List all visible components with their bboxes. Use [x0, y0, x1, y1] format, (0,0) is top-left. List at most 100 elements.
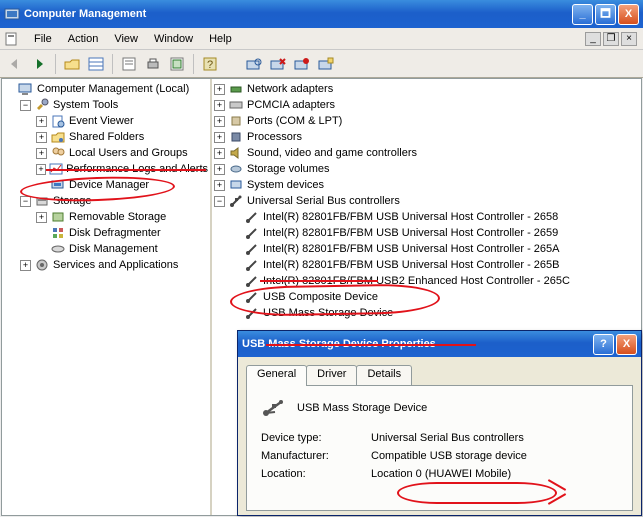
dev-pcmcia[interactable]: +PCMCIA adapters: [214, 97, 639, 113]
usb-device-icon: [261, 398, 289, 418]
dev-storage-volumes[interactable]: +Storage volumes: [214, 161, 639, 177]
device-name: USB Mass Storage Device: [297, 402, 427, 414]
refresh-button[interactable]: [166, 53, 188, 75]
menu-view[interactable]: View: [106, 29, 146, 49]
system-dev-icon: [228, 177, 244, 193]
expand-icon[interactable]: +: [36, 164, 46, 175]
expand-icon[interactable]: +: [214, 132, 225, 143]
usb-icon: [244, 241, 260, 257]
removable-storage-icon: [50, 209, 66, 225]
menu-help[interactable]: Help: [201, 29, 240, 49]
dialog-close-button[interactable]: X: [616, 334, 637, 355]
close-button[interactable]: X: [618, 4, 639, 25]
tab-driver[interactable]: Driver: [306, 365, 357, 385]
maximize-button[interactable]: 🗖: [595, 4, 616, 25]
tree-device-manager[interactable]: Device Manager: [36, 177, 208, 193]
usb-mass-storage[interactable]: USB Mass Storage Device: [230, 305, 639, 321]
left-tree-pane[interactable]: Computer Management (Local) − System Too…: [2, 79, 212, 515]
update-driver-button[interactable]: [315, 53, 337, 75]
expand-icon[interactable]: +: [214, 84, 225, 95]
window-title: Computer Management: [24, 8, 146, 20]
minimize-button[interactable]: _: [572, 4, 593, 25]
tree-shared-folders[interactable]: +Shared Folders: [36, 129, 208, 145]
expand-icon[interactable]: +: [214, 100, 225, 111]
prop-manufacturer-label: Manufacturer:: [261, 450, 371, 462]
tab-page-general: USB Mass Storage Device Device type:Univ…: [246, 385, 633, 511]
usb-item[interactable]: Intel(R) 82801FB/FBM USB Universal Host …: [230, 209, 639, 225]
scan-hardware-button[interactable]: [243, 53, 265, 75]
computer-icon: [18, 81, 34, 97]
disk-mgmt-icon: [50, 241, 66, 257]
tree-local-users[interactable]: +Local Users and Groups: [36, 145, 208, 161]
collapse-icon[interactable]: −: [20, 196, 31, 207]
dialog-tabbar: General Driver Details: [246, 365, 633, 385]
prop-location-label: Location:: [261, 468, 371, 480]
mdi-minimize-button[interactable]: _: [585, 32, 601, 46]
help-button[interactable]: ?: [199, 53, 221, 75]
expand-icon[interactable]: +: [20, 260, 31, 271]
prop-type-value: Universal Serial Bus controllers: [371, 432, 618, 444]
dev-system-devices[interactable]: +System devices: [214, 177, 639, 193]
svg-text:?: ?: [207, 59, 213, 71]
usb-item[interactable]: Intel(R) 82801FB/FBM USB Universal Host …: [230, 257, 639, 273]
app-icon: [4, 6, 20, 22]
tree-services-apps[interactable]: +Services and Applications: [20, 257, 208, 273]
prop-location-value: Location 0 (HUAWEI Mobile): [371, 468, 618, 480]
properties-dialog: USB Mass Storage Device Properties ? X G…: [237, 330, 642, 516]
usb-icon: [244, 225, 260, 241]
tab-details[interactable]: Details: [356, 365, 412, 385]
properties-button[interactable]: [118, 53, 140, 75]
usb-item[interactable]: Intel(R) 82801FB/FBM USB2 Enhanced Host …: [230, 273, 639, 289]
disable-button[interactable]: [291, 53, 313, 75]
view-list-button[interactable]: [85, 53, 107, 75]
tree-event-viewer[interactable]: +Event Viewer: [36, 113, 208, 129]
expand-icon[interactable]: +: [214, 180, 225, 191]
tree-removable-storage[interactable]: +Removable Storage: [36, 209, 208, 225]
dialog-help-button[interactable]: ?: [593, 334, 614, 355]
up-button[interactable]: [61, 53, 83, 75]
expand-icon[interactable]: +: [214, 164, 225, 175]
storage-vol-icon: [228, 161, 244, 177]
tab-general[interactable]: General: [246, 365, 307, 386]
expand-icon[interactable]: +: [36, 132, 47, 143]
usb-icon: [244, 289, 260, 305]
menu-action[interactable]: Action: [60, 29, 107, 49]
menubar: File Action View Window Help _ ❐ ×: [0, 28, 643, 50]
usb-item[interactable]: USB Composite Device: [230, 289, 639, 305]
dev-ports[interactable]: +Ports (COM & LPT): [214, 113, 639, 129]
perf-logs-icon: [49, 161, 63, 177]
expand-icon[interactable]: +: [36, 212, 47, 223]
expand-icon[interactable]: +: [36, 148, 47, 159]
tree-root[interactable]: Computer Management (Local): [4, 81, 208, 97]
menu-file[interactable]: File: [26, 29, 60, 49]
dev-processors[interactable]: +Processors: [214, 129, 639, 145]
tree-disk-management[interactable]: Disk Management: [36, 241, 208, 257]
tree-disk-defrag[interactable]: Disk Defragmenter: [36, 225, 208, 241]
mdi-close-button[interactable]: ×: [621, 32, 637, 46]
menu-window[interactable]: Window: [146, 29, 201, 49]
usb-item[interactable]: Intel(R) 82801FB/FBM USB Universal Host …: [230, 225, 639, 241]
back-button[interactable]: [4, 53, 26, 75]
defrag-icon: [50, 225, 66, 241]
dev-sound[interactable]: +Sound, video and game controllers: [214, 145, 639, 161]
toolbar: ?: [0, 50, 643, 78]
usb-root-icon: [228, 193, 244, 209]
expand-icon[interactable]: +: [36, 116, 47, 127]
expand-icon[interactable]: +: [214, 148, 225, 159]
print-button[interactable]: [142, 53, 164, 75]
tree-system-tools[interactable]: − System Tools: [20, 97, 208, 113]
tree-performance-logs[interactable]: +Performance Logs and Alerts: [36, 161, 208, 177]
uninstall-button[interactable]: [267, 53, 289, 75]
tools-icon: [34, 97, 50, 113]
usb-item[interactable]: Intel(R) 82801FB/FBM USB Universal Host …: [230, 241, 639, 257]
dev-network-adapters[interactable]: +Network adapters: [214, 81, 639, 97]
mdi-restore-button[interactable]: ❐: [603, 32, 619, 46]
usb-icon: [244, 209, 260, 225]
forward-button[interactable]: [28, 53, 50, 75]
expand-icon[interactable]: +: [214, 116, 225, 127]
collapse-icon[interactable]: −: [214, 196, 225, 207]
collapse-icon[interactable]: −: [20, 100, 31, 111]
dev-usb-controllers[interactable]: −Universal Serial Bus controllers: [214, 193, 639, 209]
tree-storage[interactable]: − Storage: [20, 193, 208, 209]
annotation-line: [548, 479, 566, 491]
